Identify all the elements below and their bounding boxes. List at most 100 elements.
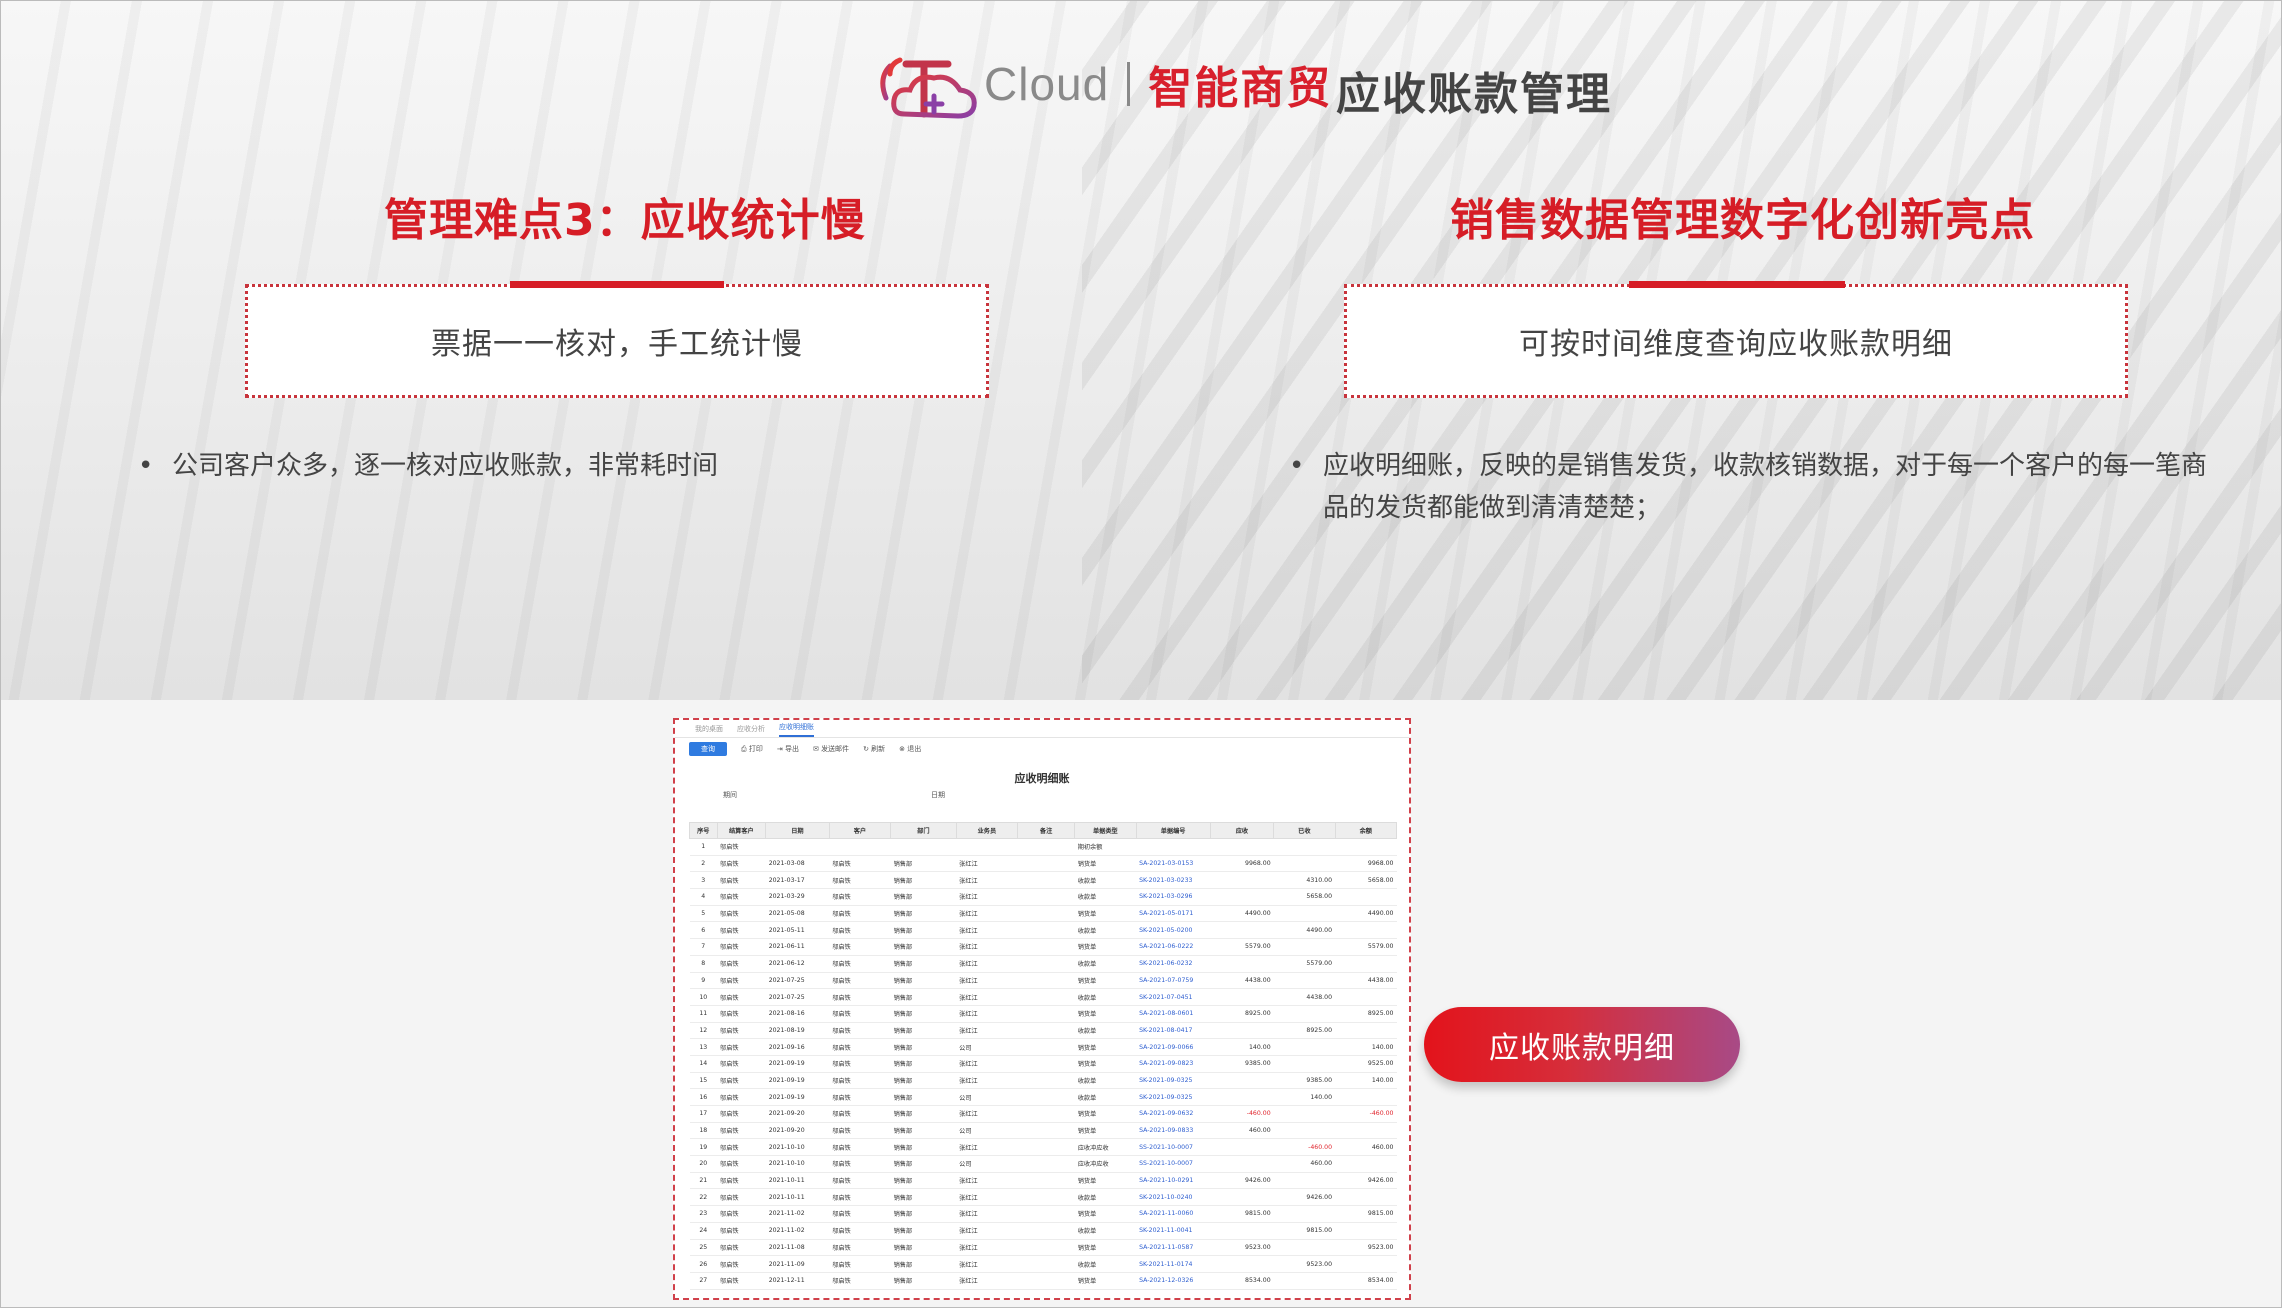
table-cell: 销售部	[890, 855, 957, 873]
table-row[interactable]: 26 邬启铁 2021-11-09 邬启铁 销售部 张红江 收款单 SK-2021-11-01…	[689, 1255, 1397, 1273]
receivables-detail-cta-button[interactable]: 应收账款明细	[1424, 1007, 1740, 1082]
report-meta: 期间 日期	[675, 790, 1409, 804]
table-header-cell: 部门	[890, 822, 957, 839]
table-cell: 4	[689, 888, 718, 906]
table-cell: 23	[689, 1205, 718, 1223]
table-header-cell: 备注	[1017, 822, 1076, 839]
table-cell: 邬启铁	[717, 1138, 766, 1157]
table-cell: 邬启铁	[717, 1172, 766, 1190]
table-cell: 2021-03-29	[765, 888, 830, 906]
table-cell: 张红江	[956, 855, 1018, 873]
table-cell: 16	[689, 1088, 718, 1106]
table-row[interactable]: 10 邬启铁 2021-07-25 邬启铁 销售部 张红江 收款单 SK-2021-07-04…	[689, 988, 1397, 1006]
table-cell: 邬启铁	[829, 1188, 891, 1207]
table-row[interactable]: 20 邬启铁 2021-10-10 邬启铁 销售部 公司 应收冲应收 SS-2021-10-0…	[689, 1155, 1397, 1173]
table-cell: 邬启铁	[829, 1055, 891, 1073]
export-icon: ⇥	[776, 745, 783, 753]
table-row[interactable]: 21 邬启铁 2021-10-11 邬启铁 销售部 张红江 销货单 SA-2021-10-02…	[689, 1172, 1397, 1190]
table-row[interactable]: 24 邬启铁 2021-11-02 邬启铁 销售部 张红江 收款单 SK-2021-11-00…	[689, 1222, 1397, 1240]
table-cell: 邬启铁	[829, 905, 891, 923]
table-row[interactable]: 5 邬启铁 2021-05-08 邬启铁 销售部 张红江 销货单 SA-2021-05-017…	[689, 905, 1397, 923]
table-row[interactable]: 4 邬启铁 2021-03-29 邬启铁 销售部 张红江 收款单 SK-2021-03-029…	[689, 888, 1397, 906]
table-cell: 2021-10-11	[765, 1172, 830, 1190]
table-row[interactable]: 25 邬启铁 2021-11-08 邬启铁 销售部 张红江 销货单 SA-2021-11-05…	[689, 1239, 1397, 1257]
table-row[interactable]: 22 邬启铁 2021-10-11 邬启铁 销售部 张红江 收款单 SK-2021-10-02…	[689, 1188, 1397, 1207]
table-cell: 张红江	[956, 1005, 1018, 1023]
table-cell: 张红江	[956, 1272, 1018, 1290]
right-box-accent-bar	[1629, 281, 1845, 288]
exit-button[interactable]: ⊗ 退出	[899, 744, 921, 754]
table-cell: 邬启铁	[829, 871, 891, 890]
table-cell: 邬启铁	[717, 1222, 766, 1240]
table-cell: SA-2021-07-0759	[1136, 972, 1211, 990]
table-cell	[1210, 838, 1274, 856]
tab-receivables-detail[interactable]: 应收明细账	[779, 722, 814, 737]
table-row[interactable]: 27 邬启铁 2021-12-11 邬启铁 销售部 张红江 销货单 SA-2021-12-03…	[689, 1272, 1397, 1290]
table-row[interactable]: 23 邬启铁 2021-11-02 邬启铁 销售部 张红江 销货单 SA-2021-11-00…	[689, 1205, 1397, 1223]
table-row[interactable]: 14 邬启铁 2021-09-19 邬启铁 销售部 张红江 销货单 SA-2021-09-08…	[689, 1055, 1397, 1073]
table-row[interactable]: 12 邬启铁 2021-08-19 邬启铁 销售部 张红江 收款单 SK-2021-08-04…	[689, 1022, 1397, 1040]
table-cell	[1335, 1022, 1397, 1040]
table-cell: 4438.00	[1273, 988, 1336, 1006]
table-cell: 应收冲应收	[1074, 1138, 1137, 1157]
table-cell: SA-2021-12-0326	[1136, 1272, 1211, 1290]
table-cell: 邬启铁	[717, 988, 766, 1006]
table-row[interactable]: 6 邬启铁 2021-05-11 邬启铁 销售部 张红江 收款单 SK-2021-05-020…	[689, 921, 1397, 940]
table-row[interactable]: 7 邬启铁 2021-06-11 邬启铁 销售部 张红江 销货单 SA-2021-06-022…	[689, 938, 1397, 956]
table-row[interactable]: 18 邬启铁 2021-09-20 邬启铁 销售部 公司 销货单 SA-2021-09-083…	[689, 1122, 1397, 1140]
table-row[interactable]: 11 邬启铁 2021-08-16 邬启铁 销售部 张红江 销货单 SA-2021-08-06…	[689, 1005, 1397, 1023]
table-row[interactable]: 1 邬启铁 期初余额	[689, 838, 1397, 856]
send-email-button[interactable]: ✉ 发送邮件	[813, 744, 849, 754]
table-cell: 5658.00	[1273, 888, 1336, 906]
table-row[interactable]: 15 邬启铁 2021-09-19 邬启铁 销售部 张红江 收款单 SK-2021-09-03…	[689, 1072, 1397, 1090]
query-button[interactable]: 查询	[689, 742, 727, 756]
table-body: 1 邬启铁 期初余额 2 邬启铁 2021-03-08 邬启铁 销售部 张红江 销货单 SA-202…	[689, 838, 1397, 1290]
table-cell: 邬启铁	[829, 972, 891, 990]
table-cell: 邬启铁	[829, 1239, 891, 1257]
table-cell: 11	[689, 1005, 718, 1023]
brand-name: 智能商贸	[1148, 63, 1333, 114]
table-cell: 邬启铁	[829, 855, 891, 873]
page-title: 应收账款管理	[1336, 69, 1612, 120]
table-row[interactable]: 17 邬启铁 2021-09-20 邬启铁 销售部 张红江 销货单 SA-2021-09-06…	[689, 1105, 1397, 1123]
table-cell: 4490.00	[1335, 905, 1397, 923]
table-cell	[1335, 988, 1397, 1006]
table-row[interactable]: 19 邬启铁 2021-10-10 邬启铁 销售部 张红江 应收冲应收 SS-2021-10-…	[689, 1138, 1397, 1157]
table-cell: 收款单	[1074, 888, 1137, 906]
table-cell	[1017, 1239, 1075, 1257]
left-bullet-item: • 公司客户众多，逐一核对应收账款，非常耗时间	[138, 445, 872, 487]
export-button[interactable]: ⇥ 导出	[777, 744, 799, 754]
table-cell: 140.00	[1335, 1038, 1397, 1056]
right-box-text: 可按时间维度查询应收账款明细	[1519, 327, 1953, 362]
table-row[interactable]: 9 邬启铁 2021-07-25 邬启铁 销售部 张红江 销货单 SA-2021-07-075…	[689, 972, 1397, 990]
refresh-button[interactable]: ↻ 刷新	[863, 744, 885, 754]
table-header-cell: 业务员	[955, 822, 1019, 839]
table-row[interactable]: 16 邬启铁 2021-09-19 邬启铁 销售部 公司 收款单 SK-2021-09-032…	[689, 1088, 1397, 1106]
table-cell: SK-2021-05-0200	[1136, 921, 1211, 940]
table-cell: 邬启铁	[717, 1255, 766, 1273]
table-row[interactable]: 3 邬启铁 2021-03-17 邬启铁 销售部 张红江 收款单 SK-2021-03-023…	[689, 871, 1397, 890]
table-cell	[890, 838, 957, 856]
table-cell: 2021-06-11	[765, 938, 830, 956]
table-cell: 8925.00	[1335, 1005, 1397, 1023]
table-cell	[1210, 1222, 1274, 1240]
table-cell	[1017, 888, 1075, 906]
table-cell: 邬启铁	[829, 921, 891, 940]
table-cell: 邬启铁	[829, 1222, 891, 1240]
table-cell	[1273, 938, 1336, 956]
table-cell: 140.00	[1210, 1038, 1274, 1056]
table-cell: 24	[689, 1222, 718, 1240]
table-cell: 2021-07-25	[765, 972, 830, 990]
table-row[interactable]: 13 邬启铁 2021-09-16 邬启铁 销售部 公司 销货单 SA-2021-09-006…	[689, 1038, 1397, 1056]
table-cell: 销售部	[890, 938, 957, 956]
print-button[interactable]: ⎙ 打印	[741, 744, 763, 754]
table-row[interactable]: 2 邬启铁 2021-03-08 邬启铁 销售部 张红江 销货单 SA-2021-03-015…	[689, 855, 1397, 873]
table-row[interactable]: 8 邬启铁 2021-06-12 邬启铁 销售部 张红江 收款单 SK-2021-06-023…	[689, 955, 1397, 973]
table-cell	[1335, 838, 1397, 856]
table-cell	[1335, 921, 1397, 940]
tab-receivables-analysis[interactable]: 应收分析	[737, 724, 765, 737]
tab-my-desktop[interactable]: 我的桌面	[695, 724, 723, 737]
table-cell	[1210, 1188, 1274, 1207]
table-cell: 邬启铁	[717, 1088, 766, 1106]
table-cell: SA-2021-09-0632	[1136, 1105, 1211, 1123]
